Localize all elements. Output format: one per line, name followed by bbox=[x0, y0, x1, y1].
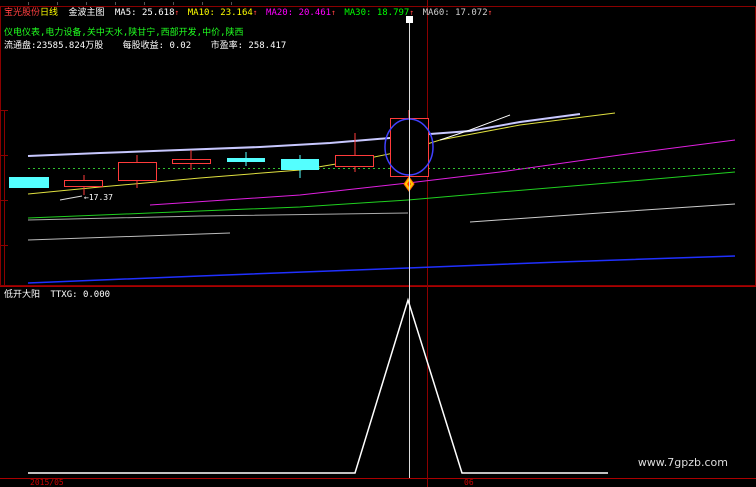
ma-value: 20.461 bbox=[298, 8, 332, 18]
ma-label: MA10: bbox=[187, 8, 215, 18]
period-label[interactable]: 日线 bbox=[40, 8, 58, 18]
ttxg-line bbox=[28, 297, 608, 474]
low-price-marker: ←17.37 bbox=[84, 193, 113, 202]
ma-value: 23.164 bbox=[220, 8, 253, 18]
date-label-mid: 06 bbox=[464, 478, 474, 487]
watermark-text: www.7gpzb.com bbox=[637, 456, 728, 469]
menu-item[interactable] bbox=[87, 2, 116, 5]
menu-item[interactable] bbox=[58, 2, 87, 5]
menu-item[interactable] bbox=[203, 2, 232, 5]
ma-value: 18.797 bbox=[376, 8, 410, 18]
ma60-line-right bbox=[469, 203, 736, 223]
pe-ratio: 市盈率: 258.417 bbox=[211, 41, 287, 51]
ma30-readout: MA30: 18.797↑ bbox=[344, 8, 414, 18]
eps: 每股收益: 0.02 bbox=[123, 41, 192, 51]
up-arrow-icon: ↑ bbox=[409, 8, 415, 17]
ma-label: MA30: bbox=[344, 8, 372, 18]
candle-up bbox=[335, 155, 374, 167]
ma60-line bbox=[27, 212, 409, 221]
date-label-left: 2015/05 bbox=[30, 478, 64, 487]
ma10-readout: MA10: 23.164↑ bbox=[188, 8, 258, 18]
stock-chart-window: 宝光股份日线 金波主图 MA5: 25.618↑ MA10: 23.164↑ M… bbox=[0, 0, 756, 487]
candle-down bbox=[9, 177, 49, 188]
stock-name[interactable]: 宝光股份 bbox=[4, 8, 40, 18]
ma20-readout: MA20: 20.461↑ bbox=[266, 8, 336, 18]
candle-up bbox=[64, 180, 103, 187]
label: TTXG: bbox=[50, 290, 78, 300]
label: 市盈率: bbox=[210, 41, 243, 51]
low-marker-line bbox=[59, 195, 83, 201]
label: 流通盘: bbox=[4, 41, 37, 51]
menu-item[interactable] bbox=[145, 2, 174, 5]
grey-line bbox=[27, 232, 231, 241]
fundamentals-row: 流通盘:23585.824万股 每股收益: 0.02 市盈率: 258.417 bbox=[4, 41, 291, 52]
indicator-name[interactable]: 金波主图 bbox=[68, 8, 104, 18]
menu-item[interactable] bbox=[174, 2, 203, 5]
ma-label: MA20: bbox=[266, 8, 294, 18]
menu-item[interactable] bbox=[0, 2, 29, 5]
ma-value: 17.072 bbox=[455, 8, 488, 18]
value: 23585.824万股 bbox=[36, 41, 104, 51]
float-shares: 流通盘:23585.824万股 bbox=[4, 41, 103, 51]
long-ma-line bbox=[27, 255, 736, 284]
ttxg-readout: TTXG: 0.000 bbox=[50, 290, 110, 300]
candle-down bbox=[281, 159, 319, 170]
menu-item[interactable] bbox=[116, 2, 145, 5]
up-arrow-icon: ↑ bbox=[174, 8, 180, 17]
ma10-line bbox=[27, 112, 616, 195]
value: 0.02 bbox=[169, 41, 192, 51]
sub-indicator-title[interactable]: 低开大阳 bbox=[4, 290, 40, 300]
value: 0.000 bbox=[82, 290, 111, 300]
ma60-readout: MA60: 17.072↑ bbox=[423, 8, 493, 18]
candle-down bbox=[227, 158, 265, 162]
up-arrow-icon: ↑ bbox=[252, 8, 258, 17]
ma20-line bbox=[149, 139, 736, 206]
ma-label: MA60: bbox=[422, 8, 450, 18]
ma-label: MA5: bbox=[114, 8, 137, 18]
sub-chart-header: 低开大阳 TTXG: 0.000 bbox=[4, 290, 115, 301]
top-menu-strip[interactable] bbox=[0, 0, 440, 5]
concept-tags: 仪电仪表,电力设备,关中天水,陕甘宁,西部开发,中价,陕西 bbox=[4, 28, 244, 38]
label: 每股收益: bbox=[122, 41, 165, 51]
up-arrow-icon: ↑ bbox=[331, 8, 336, 17]
menu-item[interactable] bbox=[29, 2, 58, 5]
value: 258.417 bbox=[248, 41, 287, 51]
candle-up bbox=[172, 159, 211, 164]
ma5-readout: MA5: 25.618↑ bbox=[115, 8, 179, 18]
header-ma-row: 宝光股份日线 金波主图 MA5: 25.618↑ MA10: 23.164↑ M… bbox=[4, 7, 495, 19]
ma5-branch bbox=[439, 114, 511, 141]
up-arrow-icon: ↑ bbox=[487, 8, 493, 17]
candle-up bbox=[118, 162, 157, 181]
ma-value: 25.618 bbox=[142, 8, 175, 18]
chart-canvas[interactable] bbox=[0, 0, 756, 487]
